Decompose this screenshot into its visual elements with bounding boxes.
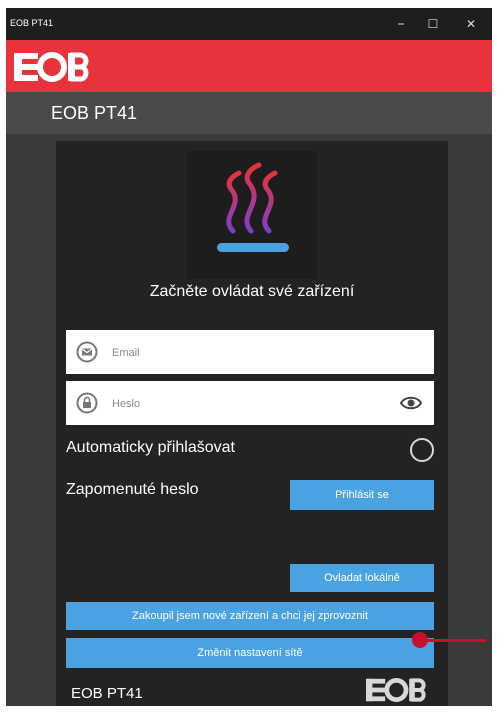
local-control-button[interactable]: Ovladat lokálně [290, 564, 434, 592]
page-title: EOB PT41 [51, 103, 138, 123]
title-bar: EOB PT41 – ☐ ✕ [6, 8, 492, 40]
auto-login-label: Automaticky přihlašovat [66, 439, 235, 456]
password-input[interactable] [110, 391, 404, 417]
login-button[interactable]: Přihlásit se [290, 480, 434, 510]
new-device-button[interactable]: Zakoupil jsem nové zařízení a chci jej z… [66, 602, 434, 630]
email-field[interactable] [66, 330, 434, 374]
login-panel: Začněte ovládat své zařízení Automaticky… [56, 141, 448, 706]
lock-icon [76, 392, 98, 414]
mail-icon [76, 341, 98, 363]
password-field[interactable] [66, 381, 434, 425]
callout-marker [412, 632, 428, 648]
eob-logo [14, 52, 89, 82]
footer-eob-logo [366, 678, 426, 702]
maximize-button[interactable]: ☐ [418, 14, 448, 34]
window-title: EOB PT41 [10, 18, 54, 28]
close-button[interactable]: ✕ [456, 14, 486, 34]
minimize-button[interactable]: – [386, 14, 416, 34]
app-window: EOB PT41 – ☐ ✕ EOB PT41 Začněte ovládat … [6, 8, 492, 706]
brand-bar [6, 40, 492, 92]
eye-icon[interactable] [400, 393, 422, 413]
header-bar: EOB PT41 [6, 92, 492, 134]
footer-title: EOB PT41 [71, 685, 143, 702]
auto-login-radio[interactable] [410, 438, 434, 462]
forgot-password-link[interactable]: Zapomenuté heslo [66, 481, 199, 499]
heat-waves-icon [217, 162, 289, 252]
headline: Začněte ovládat své zařízení [149, 283, 355, 300]
heating-logo [187, 151, 317, 279]
network-settings-button[interactable]: Změnit nastavení sítě [66, 638, 434, 668]
email-input[interactable] [110, 340, 404, 366]
callout-line [420, 639, 486, 642]
